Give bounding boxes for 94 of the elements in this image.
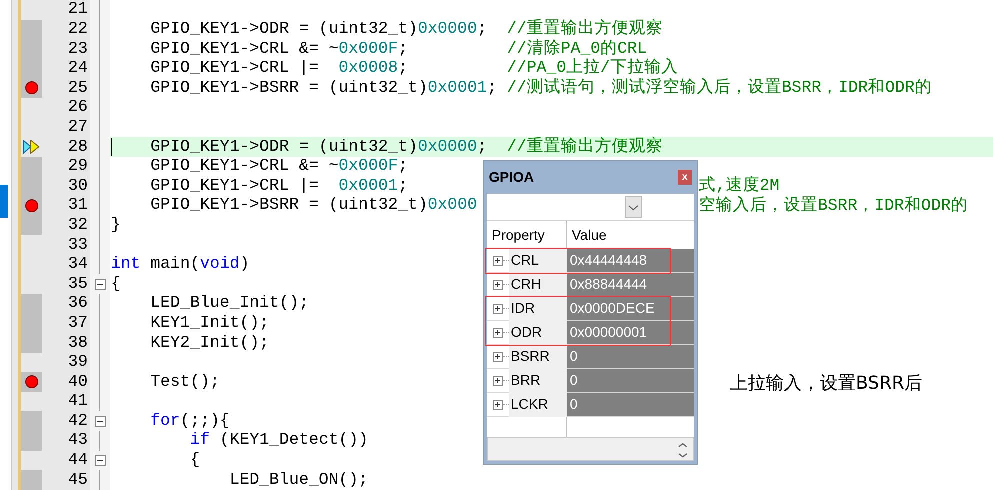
code-line: GPIO_KEY1->CRL &= ~0x000F; //清除PA_0的CRL bbox=[150, 38, 648, 58]
line-number: 34 bbox=[42, 254, 90, 274]
line-number: 28 bbox=[42, 137, 90, 157]
margin-cell[interactable] bbox=[21, 372, 42, 392]
line-number: 42 bbox=[42, 411, 90, 432]
line-number: 27 bbox=[42, 118, 90, 138]
code-line: KEY1_Init(); bbox=[150, 312, 270, 334]
register-name[interactable]: BRR bbox=[509, 368, 567, 392]
register-value[interactable]: 0 bbox=[567, 345, 694, 368]
line-number: 29 bbox=[42, 156, 90, 176]
annotation-text: 上拉输入，设置BSRR后 bbox=[730, 372, 922, 396]
margin-cell[interactable] bbox=[21, 411, 42, 432]
code-line: if (KEY1_Detect()) bbox=[189, 429, 368, 452]
selection-marker bbox=[0, 185, 8, 218]
expand-icon[interactable] bbox=[493, 256, 503, 266]
breakpoint-icon[interactable] bbox=[24, 375, 38, 390]
code-line: LED_Blue_Init(); bbox=[150, 292, 310, 314]
register-name[interactable]: CRH bbox=[509, 272, 567, 296]
line-number: 37 bbox=[42, 314, 90, 334]
margin-cell[interactable] bbox=[21, 470, 42, 490]
line-number: 21 bbox=[42, 0, 90, 20]
margin-cell[interactable] bbox=[21, 431, 42, 451]
code-line: Test(); bbox=[150, 370, 220, 393]
line-number: 43 bbox=[42, 431, 90, 451]
collapse-icon[interactable] bbox=[94, 278, 106, 290]
line-number: 26 bbox=[42, 98, 90, 118]
close-button[interactable]: x bbox=[678, 170, 692, 185]
line-number: 30 bbox=[42, 176, 90, 196]
expand-icon[interactable] bbox=[493, 328, 503, 338]
register-value[interactable]: 0 bbox=[567, 393, 694, 416]
code-line: GPIO_KEY1->BSRR = (uint32_t)0x000 bbox=[150, 194, 478, 216]
code-line: LED_Blue_ON(); bbox=[228, 468, 368, 490]
code-comment: 式,速度2M bbox=[699, 176, 780, 196]
code-line: } bbox=[111, 214, 121, 236]
column-header: Value bbox=[571, 226, 607, 244]
breakpoint-icon[interactable] bbox=[24, 81, 38, 96]
code-line: GPIO_KEY1->CRL &= ~0x000F; bbox=[150, 155, 408, 178]
register-value[interactable]: 0 bbox=[567, 369, 694, 392]
line-number: 39 bbox=[42, 352, 90, 372]
expand-icon[interactable] bbox=[493, 280, 503, 290]
code-line: GPIO_KEY1->ODR = (uint32_t)0x0000; //重置输出方便观察 bbox=[150, 136, 663, 158]
margin-cell[interactable] bbox=[21, 0, 42, 20]
code-line: int main(void) bbox=[111, 253, 250, 276]
code-comment: 空输入后，设置BSRR，IDR和ODR的 bbox=[699, 196, 968, 216]
line-number: 35 bbox=[42, 274, 90, 294]
breakpoint-icon[interactable] bbox=[24, 198, 38, 213]
line-number: 44 bbox=[42, 450, 90, 470]
dropdown-field[interactable] bbox=[487, 194, 694, 221]
margin-cell[interactable] bbox=[21, 216, 42, 236]
margin-cell[interactable] bbox=[21, 294, 42, 314]
line-number: 45 bbox=[42, 470, 90, 490]
register-value[interactable]: 0x0000DECE bbox=[567, 297, 694, 320]
expand-icon[interactable] bbox=[493, 304, 503, 314]
margin-cell[interactable] bbox=[21, 352, 42, 372]
register-name[interactable]: BSRR bbox=[509, 344, 567, 368]
line-number: 22 bbox=[42, 20, 90, 40]
expand-icon[interactable] bbox=[493, 376, 503, 386]
line-number: 24 bbox=[42, 58, 90, 78]
line-number: 36 bbox=[42, 294, 90, 314]
code-line: { bbox=[111, 272, 121, 295]
line-number: 31 bbox=[42, 196, 90, 216]
code-line: GPIO_KEY1->ODR = (uint32_t)0x0000; //重置输出方便观察 bbox=[150, 18, 663, 40]
line-number: 33 bbox=[42, 235, 90, 255]
margin-cell[interactable] bbox=[21, 450, 42, 470]
window-title: GPIOA bbox=[489, 168, 534, 187]
collapse-icon[interactable] bbox=[94, 416, 106, 427]
line-number: 25 bbox=[42, 78, 90, 98]
register-value[interactable]: 0x00000001 bbox=[567, 321, 694, 344]
register-name[interactable]: LCKR bbox=[509, 392, 567, 416]
collapse-icon[interactable] bbox=[94, 454, 106, 466]
margin-cell[interactable] bbox=[21, 392, 42, 412]
line-number: 23 bbox=[42, 39, 90, 59]
margin-cell[interactable] bbox=[21, 20, 42, 40]
code-line: GPIO_KEY1->CRL |= 0x0001; bbox=[150, 174, 408, 197]
margin-cell[interactable] bbox=[21, 156, 42, 176]
register-name[interactable]: ODR bbox=[509, 320, 567, 344]
expand-icon[interactable] bbox=[493, 400, 503, 410]
margin-cell[interactable] bbox=[21, 333, 42, 353]
margin-cell[interactable] bbox=[21, 78, 42, 98]
code-line: GPIO_KEY1->CRL |= 0x0008; //PA_0上拉/下拉输入 bbox=[150, 57, 678, 78]
code-line: KEY2_Init(); bbox=[150, 332, 270, 354]
line-number: 38 bbox=[42, 333, 90, 353]
register-name[interactable]: CRL bbox=[509, 248, 567, 272]
expand-icon[interactable] bbox=[493, 352, 503, 362]
line-number: 40 bbox=[42, 372, 90, 392]
register-value[interactable]: 0x88844444 bbox=[567, 273, 694, 296]
code-line: for(;;){ bbox=[150, 410, 230, 432]
code-line: GPIO_KEY1->BSRR = (uint32_t)0x0001; //测试语句，测试浮空输入后，设置BSRR，IDR和ODR的 bbox=[150, 76, 932, 99]
register-name[interactable]: IDR bbox=[509, 296, 567, 320]
line-number: 32 bbox=[42, 216, 90, 236]
register-value[interactable]: 0x44444448 bbox=[567, 249, 694, 272]
code-line: { bbox=[189, 449, 200, 472]
chevron-down-icon bbox=[625, 196, 642, 218]
line-number: 41 bbox=[42, 392, 90, 412]
